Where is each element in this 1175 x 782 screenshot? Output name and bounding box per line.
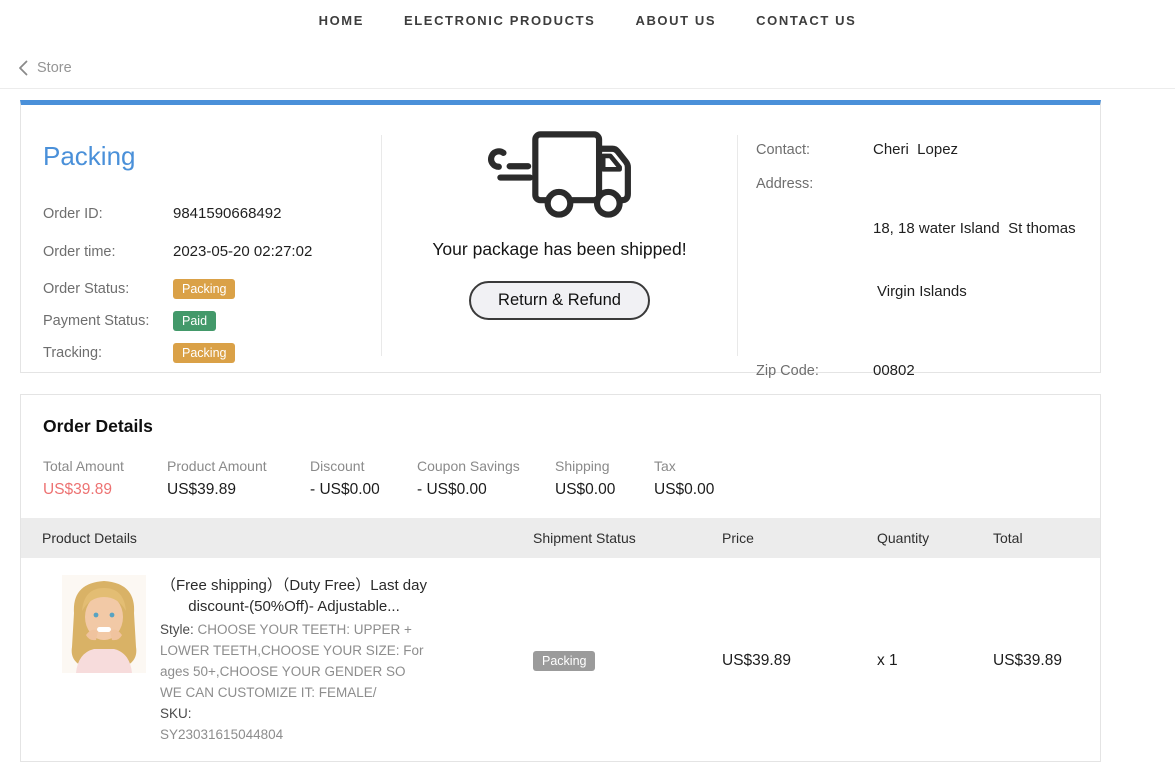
zip-label: Zip Code: [756,363,873,379]
breadcrumb-back-link[interactable]: Store [18,60,72,76]
summary-value: US$39.89 [43,481,167,499]
breadcrumb-label: Store [37,60,72,76]
row-price: US$39.89 [722,652,791,670]
total-cell: US$39.89 [993,558,1100,764]
product-cell: （Free shipping）（Duty Free）Last day disco… [21,558,533,764]
truck-icon [487,207,633,224]
summary-label: Tax [654,458,714,474]
summary-value: US$0.00 [654,481,714,499]
contact-panel: Contact: Cheri Lopez Address: 18, 18 wat… [738,105,1100,372]
order-status-row: Order Status: Packing [43,279,381,299]
summary-product-amount: Product Amount US$39.89 [167,458,310,499]
order-id-value: 9841590668492 [173,203,281,224]
summary-label: Discount [310,458,417,474]
contact-value: Cheri Lopez [873,139,958,160]
order-status-label: Order Status: [43,281,173,297]
row-quantity: x 1 [877,652,898,670]
header-price: Price [722,530,877,546]
nav-item-about-us[interactable]: ABOUT US [635,13,716,42]
amount-summary: Total Amount US$39.89 Product Amount US$… [43,458,1100,499]
summary-value: - US$0.00 [310,481,417,499]
header-quantity: Quantity [877,530,993,546]
header-divider [0,88,1175,89]
product-title[interactable]: （Free shipping）（Duty Free）Last day disco… [160,575,428,617]
contact-label: Contact: [756,142,873,158]
summary-coupon-savings: Coupon Savings - US$0.00 [417,458,555,499]
style-value: CHOOSE YOUR TEETH: UPPER + LOWER TEETH,C… [160,622,424,700]
order-time-value: 2023-05-20 02:27:02 [173,241,312,262]
tracking-label: Tracking: [43,345,173,361]
payment-status-label: Payment Status: [43,313,173,329]
summary-value: - US$0.00 [417,481,555,499]
quantity-cell: x 1 [877,558,993,764]
return-refund-button[interactable]: Return & Refund [469,281,650,320]
product-text-block: （Free shipping）（Duty Free）Last day disco… [160,575,428,745]
main-nav: HOME ELECTRONIC PRODUCTS ABOUT US CONTAC… [0,0,1175,42]
summary-shipping: Shipping US$0.00 [555,458,654,499]
product-sku: SKU: SY23031615044804 [160,703,428,745]
order-time-row: Order time: 2023-05-20 02:27:02 [43,241,381,262]
tracking-row: Tracking: Packing [43,343,381,363]
order-details-card: Order Details Total Amount US$39.89 Prod… [20,394,1101,762]
sku-value: SY23031615044804 [160,724,428,745]
order-status-panel: Packing Order ID: 9841590668492 Order ti… [21,105,381,372]
row-shipment-status-badge: Packing [533,651,595,671]
payment-status-badge: Paid [173,311,216,331]
shipment-status-cell: Packing [533,558,722,764]
summary-total-amount: Total Amount US$39.89 [43,458,167,499]
row-total: US$39.89 [993,652,1062,670]
payment-status-row: Payment Status: Paid [43,311,381,331]
address-line2: Virgin Islands [873,281,1076,302]
contact-row: Contact: Cheri Lopez [756,139,1100,160]
order-id-row: Order ID: 9841590668492 [43,203,381,224]
address-label: Address: [756,176,873,192]
nav-item-electronic-products[interactable]: ELECTRONIC PRODUCTS [404,13,595,42]
order-status-title: Packing [43,141,381,172]
summary-label: Product Amount [167,458,310,474]
order-id-label: Order ID: [43,206,173,222]
product-table-header: Product Details Shipment Status Price Qu… [21,518,1100,558]
style-label: Style: [160,622,194,637]
chevron-left-icon [18,60,28,76]
summary-value: US$0.00 [555,481,654,499]
order-details-title: Order Details [43,416,1100,437]
summary-discount: Discount - US$0.00 [310,458,417,499]
order-status-badge: Packing [173,279,235,299]
shipment-message: Your package has been shipped! [381,239,738,260]
order-time-label: Order time: [43,244,173,260]
shipment-summary-card: Packing Order ID: 9841590668492 Order ti… [20,100,1101,373]
price-cell: US$39.89 [722,558,877,764]
summary-value: US$39.89 [167,481,310,499]
sku-label: SKU: [160,703,428,724]
product-style: Style: CHOOSE YOUR TEETH: UPPER + LOWER … [160,619,428,703]
address-value: 18, 18 water Island St thomas Virgin Isl… [873,176,1076,344]
nav-item-home[interactable]: HOME [319,13,364,42]
header-shipment-status: Shipment Status [533,530,722,546]
summary-tax: Tax US$0.00 [654,458,714,499]
nav-item-contact-us[interactable]: CONTACT US [756,13,856,42]
zip-row: Zip Code: 00802 [756,360,1100,381]
tracking-badge: Packing [173,343,235,363]
header-product-details: Product Details [21,530,533,546]
header-total: Total [993,530,1100,546]
summary-label: Shipping [555,458,654,474]
zip-value: 00802 [873,360,915,381]
product-table-row: （Free shipping）（Duty Free）Last day disco… [21,558,1100,764]
shipment-message-panel: Your package has been shipped! Return & … [381,105,738,372]
product-image[interactable] [62,575,146,673]
address-line1: 18, 18 water Island St thomas [873,218,1076,239]
summary-label: Total Amount [43,458,167,474]
address-row: Address: 18, 18 water Island St thomas V… [756,176,1100,344]
summary-label: Coupon Savings [417,458,555,474]
